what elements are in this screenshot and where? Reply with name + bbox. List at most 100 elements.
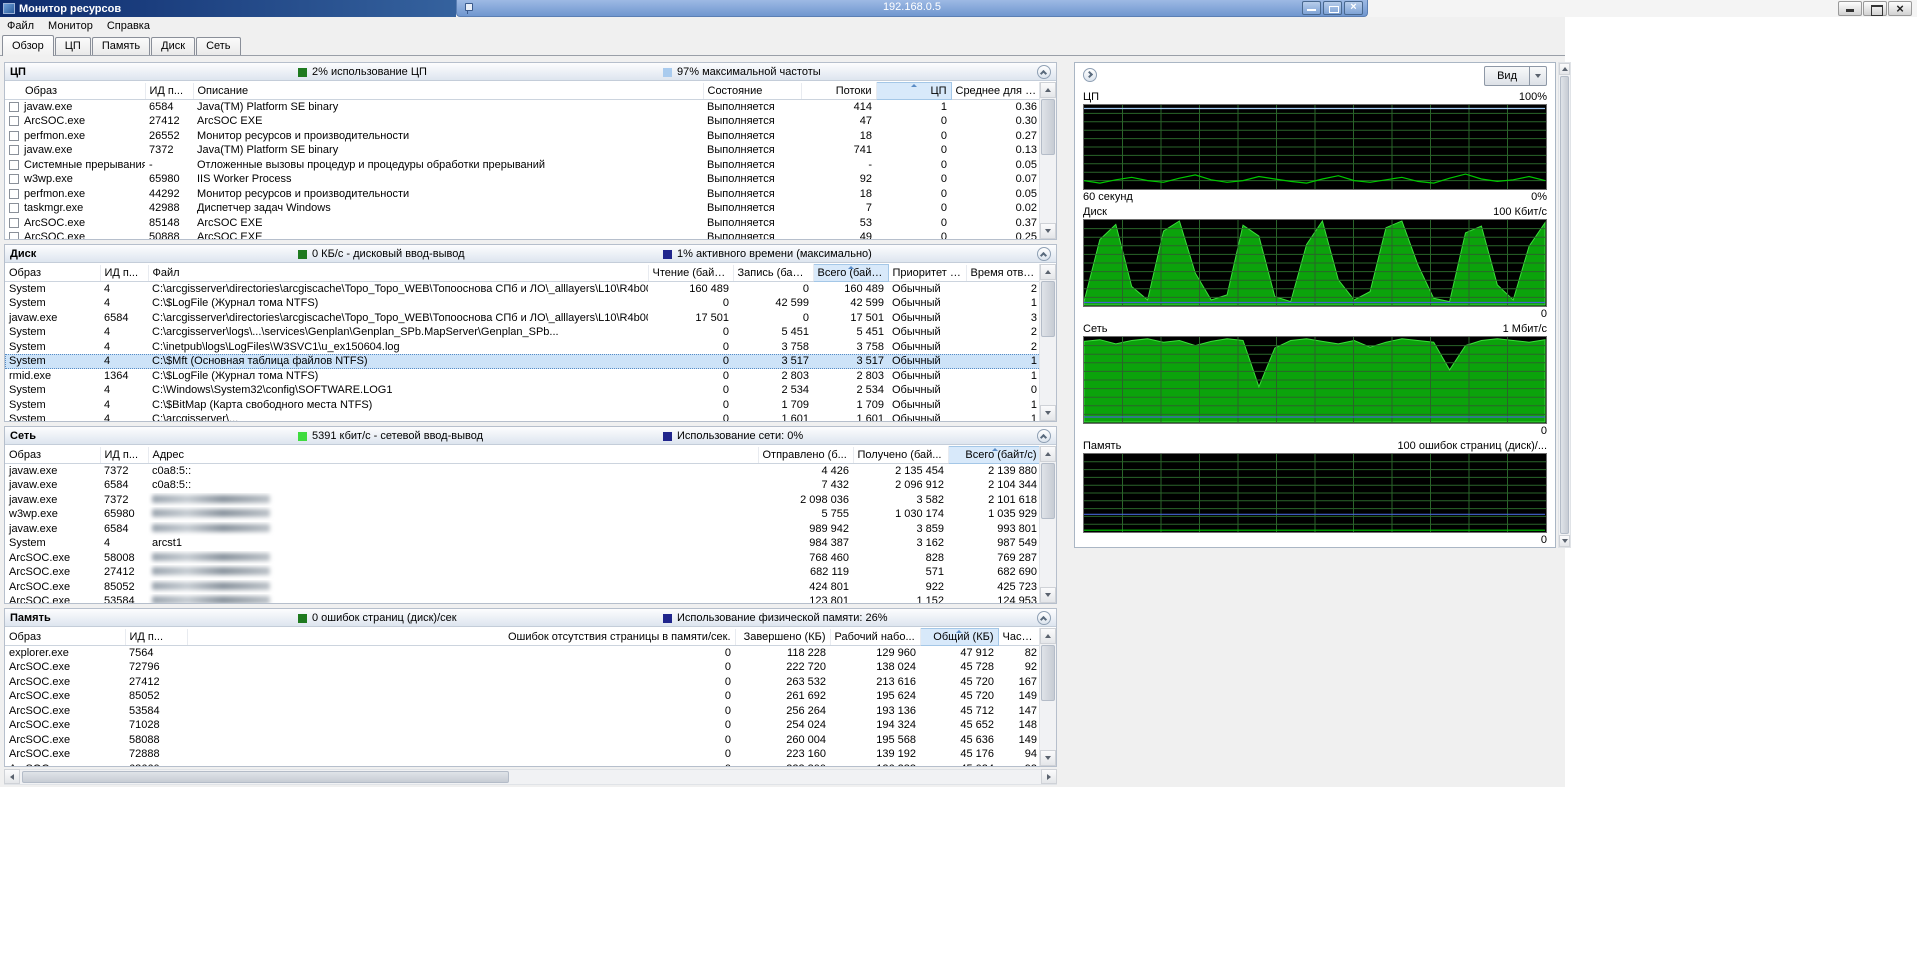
disk-table-row[interactable]: System 4 C:\arcgisserver\directories\arc… (5, 282, 1039, 297)
disk-table-row[interactable]: System 4 C:\Windows\System32\config\SOFT… (5, 383, 1039, 398)
scroll-left-button[interactable] (4, 769, 20, 784)
cpu-table-row[interactable]: perfmon.exe 44292 Монитор ресурсов и про… (5, 187, 1039, 202)
tab-network[interactable]: Сеть (196, 37, 240, 55)
scroll-down-button[interactable] (1040, 405, 1056, 421)
process-checkbox[interactable] (9, 232, 19, 239)
cpu-table-row[interactable]: ArcSOC.exe 85148 ArcSOC EXE Выполняется … (5, 216, 1039, 231)
col-cpu[interactable]: ЦП (876, 83, 951, 100)
menu-monitor[interactable]: Монитор (41, 19, 100, 33)
network-table-row[interactable]: javaw.exe 7372 c0a8:5:: 4 426 2 135 454 … (5, 464, 1039, 479)
network-table-row[interactable]: ArcSOC.exe 27412 682 119 571 682 690 (5, 565, 1039, 580)
cpu-table-row[interactable]: Системные прерывания - Отложенные вызовы… (5, 158, 1039, 173)
rdp-connection-bar[interactable]: 192.168.0.5 (456, 0, 1368, 17)
view-button[interactable]: Вид (1484, 66, 1547, 86)
process-checkbox[interactable] (9, 102, 19, 112)
col-io-priority[interactable]: Приоритет вв... (888, 265, 966, 282)
disk-table-row[interactable]: System 4 C:\arcgisserver\logs\...\servic… (5, 325, 1039, 340)
col-image[interactable]: Образ (5, 83, 145, 100)
col-address[interactable]: Адрес (148, 447, 758, 464)
scroll-down-button[interactable] (1040, 587, 1056, 603)
col-shareable[interactable]: Общий (КБ) (920, 629, 998, 646)
col-total[interactable]: Всего (байт/с) (948, 447, 1039, 464)
col-write[interactable]: Запись (байт/с) (733, 265, 813, 282)
network-table-row[interactable]: javaw.exe 7372 2 098 036 3 582 2 101 618 (5, 493, 1039, 508)
cpu-table-row[interactable]: perfmon.exe 26552 Монитор ресурсов и про… (5, 129, 1039, 144)
window-minimize-button[interactable] (1838, 1, 1862, 16)
menu-file[interactable]: Файл (0, 19, 41, 33)
horizontal-scrollbar[interactable] (4, 769, 1057, 785)
scroll-up-button[interactable] (1040, 446, 1056, 462)
tab-disk[interactable]: Диск (151, 37, 195, 55)
cpu-table-row[interactable]: ArcSOC.exe 27412 ArcSOC EXE Выполняется … (5, 114, 1039, 129)
process-checkbox[interactable] (9, 189, 19, 199)
col-description[interactable]: Описание (193, 83, 703, 100)
rdp-restore-button[interactable] (1323, 1, 1342, 15)
disk-table-row[interactable]: System 4 C:\inetpub\logs\LogFiles\W3SVC1… (5, 340, 1039, 355)
col-pid[interactable]: ИД п... (125, 629, 187, 646)
memory-table-row[interactable]: explorer.exe 7564 0 118 228 129 960 47 9… (5, 646, 1039, 661)
network-table-row[interactable]: System 4 arcst1 984 387 3 162 987 549 (5, 536, 1039, 551)
col-total[interactable]: Всего (байт/с) (813, 265, 888, 282)
memory-table-row[interactable]: ArcSOC.exe 27412 0 263 532 213 616 45 72… (5, 675, 1039, 690)
col-image[interactable]: Образ (5, 265, 100, 282)
memory-table-row[interactable]: ArcSOC.exe 85052 0 261 692 195 624 45 72… (5, 689, 1039, 704)
col-status[interactable]: Состояние (703, 83, 801, 100)
scroll-down-button[interactable] (1040, 223, 1056, 239)
cpu-table-row[interactable]: w3wp.exe 65980 IIS Worker Process Выполн… (5, 172, 1039, 187)
disk-panel-header[interactable]: Диск 0 КБ/с - дисковый ввод-вывод 1% акт… (5, 245, 1056, 263)
disk-table-row[interactable]: javaw.exe 6584 C:\arcgisserver\directori… (5, 311, 1039, 326)
process-checkbox[interactable] (9, 116, 19, 126)
process-checkbox[interactable] (9, 174, 19, 184)
scrollbar-thumb[interactable] (22, 771, 509, 783)
memory-table-row[interactable]: ArcSOC.exe 71028 0 254 024 194 324 45 65… (5, 718, 1039, 733)
scroll-down-button[interactable] (1559, 535, 1570, 547)
network-vertical-scrollbar[interactable] (1039, 446, 1056, 603)
disk-table-row[interactable]: System 4 C:\arcgisserver\... 0 1 601 1 6… (5, 412, 1039, 421)
col-threads[interactable]: Потоки (801, 83, 876, 100)
col-received[interactable]: Получено (бай... (853, 447, 948, 464)
scrollbar-thumb[interactable] (1041, 645, 1055, 701)
col-response-time[interactable]: Время ответа (... (966, 265, 1039, 282)
collapse-pane-button[interactable] (1083, 68, 1097, 82)
disk-table-row[interactable]: System 4 C:\$Mft (Основная таблица файло… (5, 354, 1039, 369)
cpu-vertical-scrollbar[interactable] (1039, 82, 1056, 239)
process-checkbox[interactable] (9, 218, 19, 228)
col-file[interactable]: Файл (148, 265, 648, 282)
memory-panel-header[interactable]: Память 0 ошибок страниц (диск)/сек Испол… (5, 609, 1056, 627)
process-checkbox[interactable] (9, 145, 19, 155)
scroll-up-button[interactable] (1559, 63, 1570, 75)
memory-table-row[interactable]: ArcSOC.exe 53584 0 256 264 193 136 45 71… (5, 704, 1039, 719)
process-checkbox[interactable] (9, 203, 19, 213)
network-table-row[interactable]: w3wp.exe 65980 5 755 1 030 174 1 035 929 (5, 507, 1039, 522)
process-checkbox[interactable] (9, 131, 19, 141)
disk-table-row[interactable]: System 4 C:\$LogFile (Журнал тома NTFS) … (5, 296, 1039, 311)
scrollbar-thumb[interactable] (1041, 99, 1055, 155)
cpu-table-row[interactable]: taskmgr.exe 42988 Диспетчер задач Window… (5, 201, 1039, 216)
scroll-up-button[interactable] (1040, 628, 1056, 644)
charts-scrollbar[interactable] (1558, 62, 1571, 548)
col-pid[interactable]: ИД п... (100, 447, 148, 464)
cpu-table-row[interactable]: javaw.exe 6584 Java(TM) Platform SE bina… (5, 100, 1039, 115)
col-average-cpu[interactable]: Среднее для ЦП (951, 83, 1039, 100)
scroll-right-button[interactable] (1041, 769, 1057, 784)
memory-table-row[interactable]: ArcSOC.exe 58088 0 260 004 195 568 45 63… (5, 733, 1039, 748)
col-sent[interactable]: Отправлено (б... (758, 447, 853, 464)
col-commit[interactable]: Завершено (КБ) (735, 629, 830, 646)
scroll-up-button[interactable] (1040, 82, 1056, 98)
col-image[interactable]: Образ (5, 447, 100, 464)
memory-collapse-button[interactable] (1037, 611, 1051, 625)
process-checkbox[interactable] (9, 160, 19, 170)
col-working-set[interactable]: Рабочий набо... (830, 629, 920, 646)
col-pid[interactable]: ИД п... (100, 265, 148, 282)
view-button-label[interactable]: Вид (1484, 66, 1530, 86)
memory-table-row[interactable]: ArcSOC.exe 68660 0 223 800 126 288 45 02… (5, 762, 1039, 767)
memory-vertical-scrollbar[interactable] (1039, 628, 1056, 766)
scroll-up-button[interactable] (1040, 264, 1056, 280)
network-table-row[interactable]: ArcSOC.exe 53584 123 801 1 152 124 953 (5, 594, 1039, 603)
cpu-panel-header[interactable]: ЦП 2% использование ЦП 97% максимальной … (5, 63, 1056, 81)
network-table-row[interactable]: ArcSOC.exe 85052 424 801 922 425 723 (5, 580, 1039, 595)
network-table-row[interactable]: ArcSOC.exe 58008 768 460 828 769 287 (5, 551, 1039, 566)
disk-table-row[interactable]: System 4 C:\$BitMap (Карта свободного ме… (5, 398, 1039, 413)
col-read[interactable]: Чтение (байт/с) (648, 265, 733, 282)
tab-overview[interactable]: Обзор (2, 35, 54, 56)
